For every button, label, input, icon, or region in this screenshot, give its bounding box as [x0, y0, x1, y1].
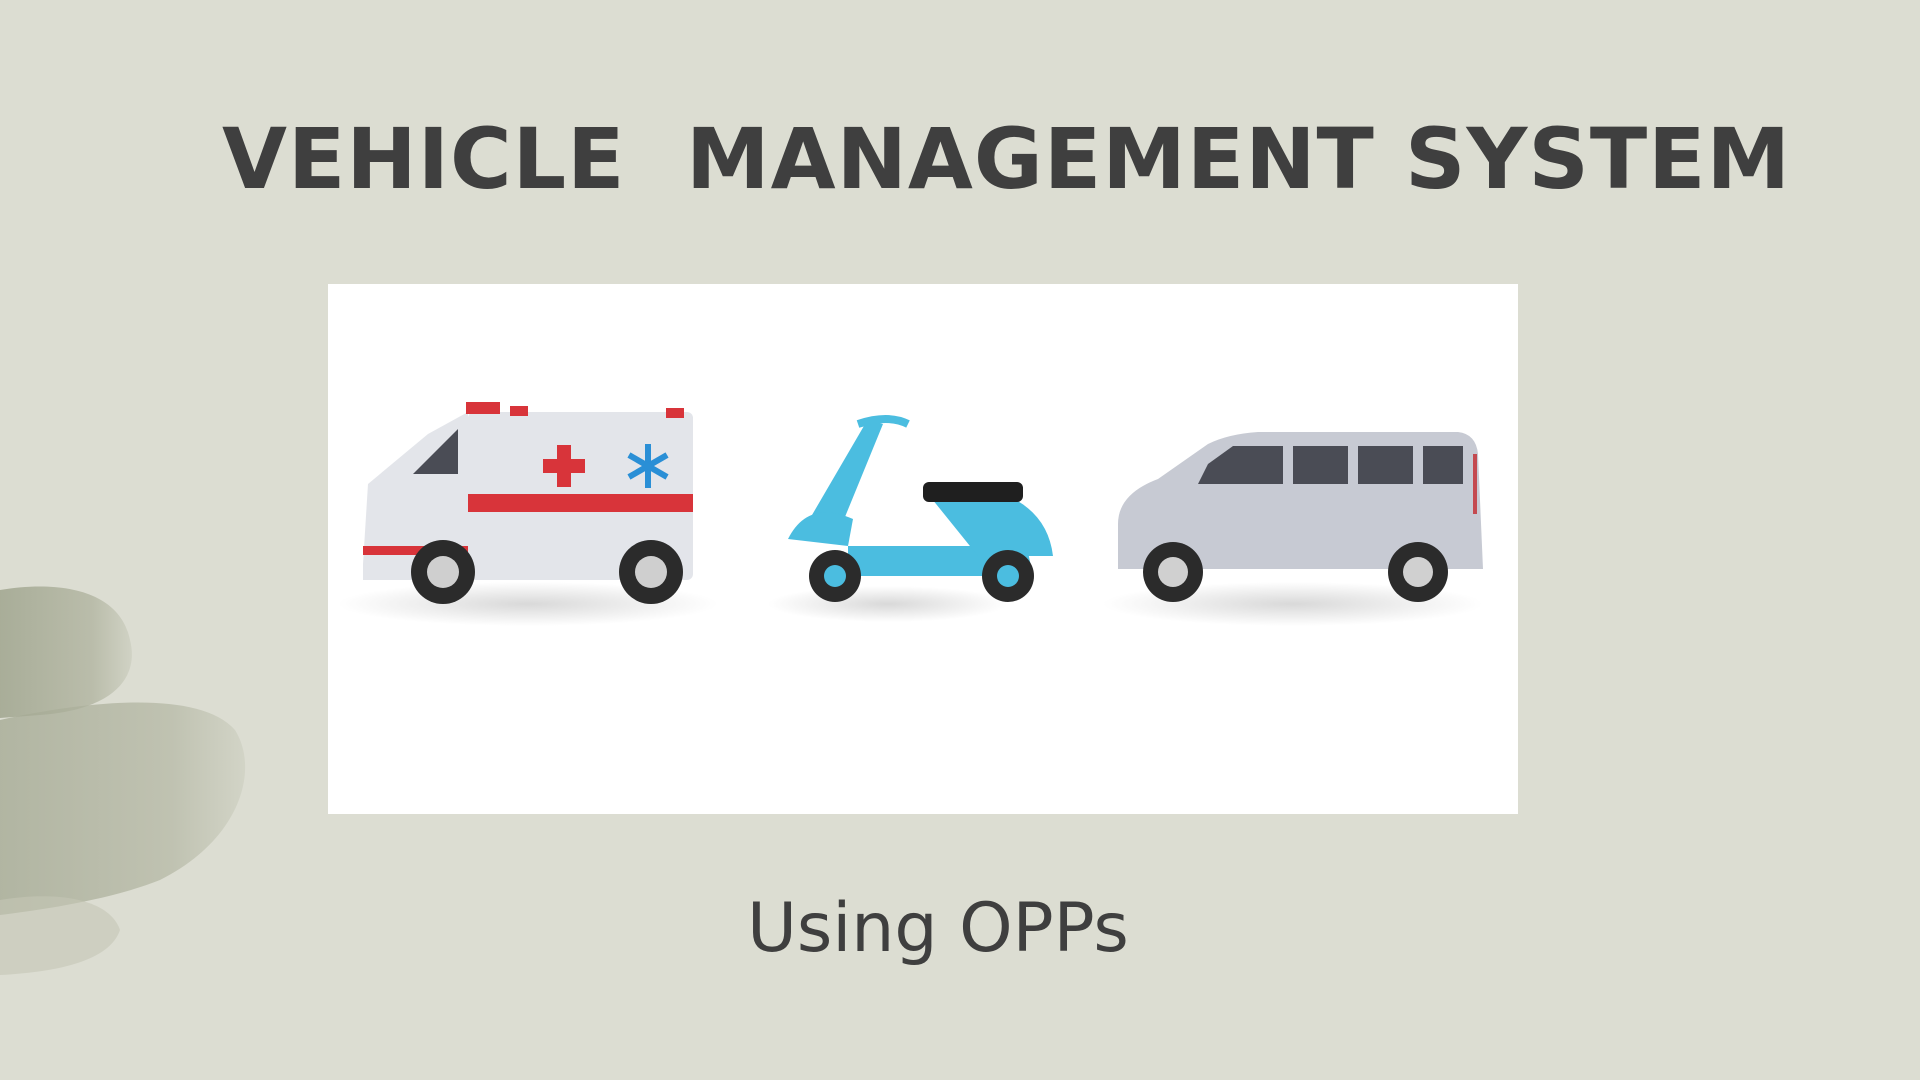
slide: VEHICLE MANAGEMENT SYSTEM Using OPPs [0, 0, 1920, 1080]
minivan-icon [1103, 432, 1483, 626]
slide-title: VEHICLE MANAGEMENT SYSTEM [222, 110, 1792, 208]
slide-subtitle: Using OPPs [747, 889, 1129, 968]
scooter-icon [768, 415, 1053, 622]
ambulance-icon [338, 402, 718, 626]
vehicles-picture [328, 284, 1518, 814]
